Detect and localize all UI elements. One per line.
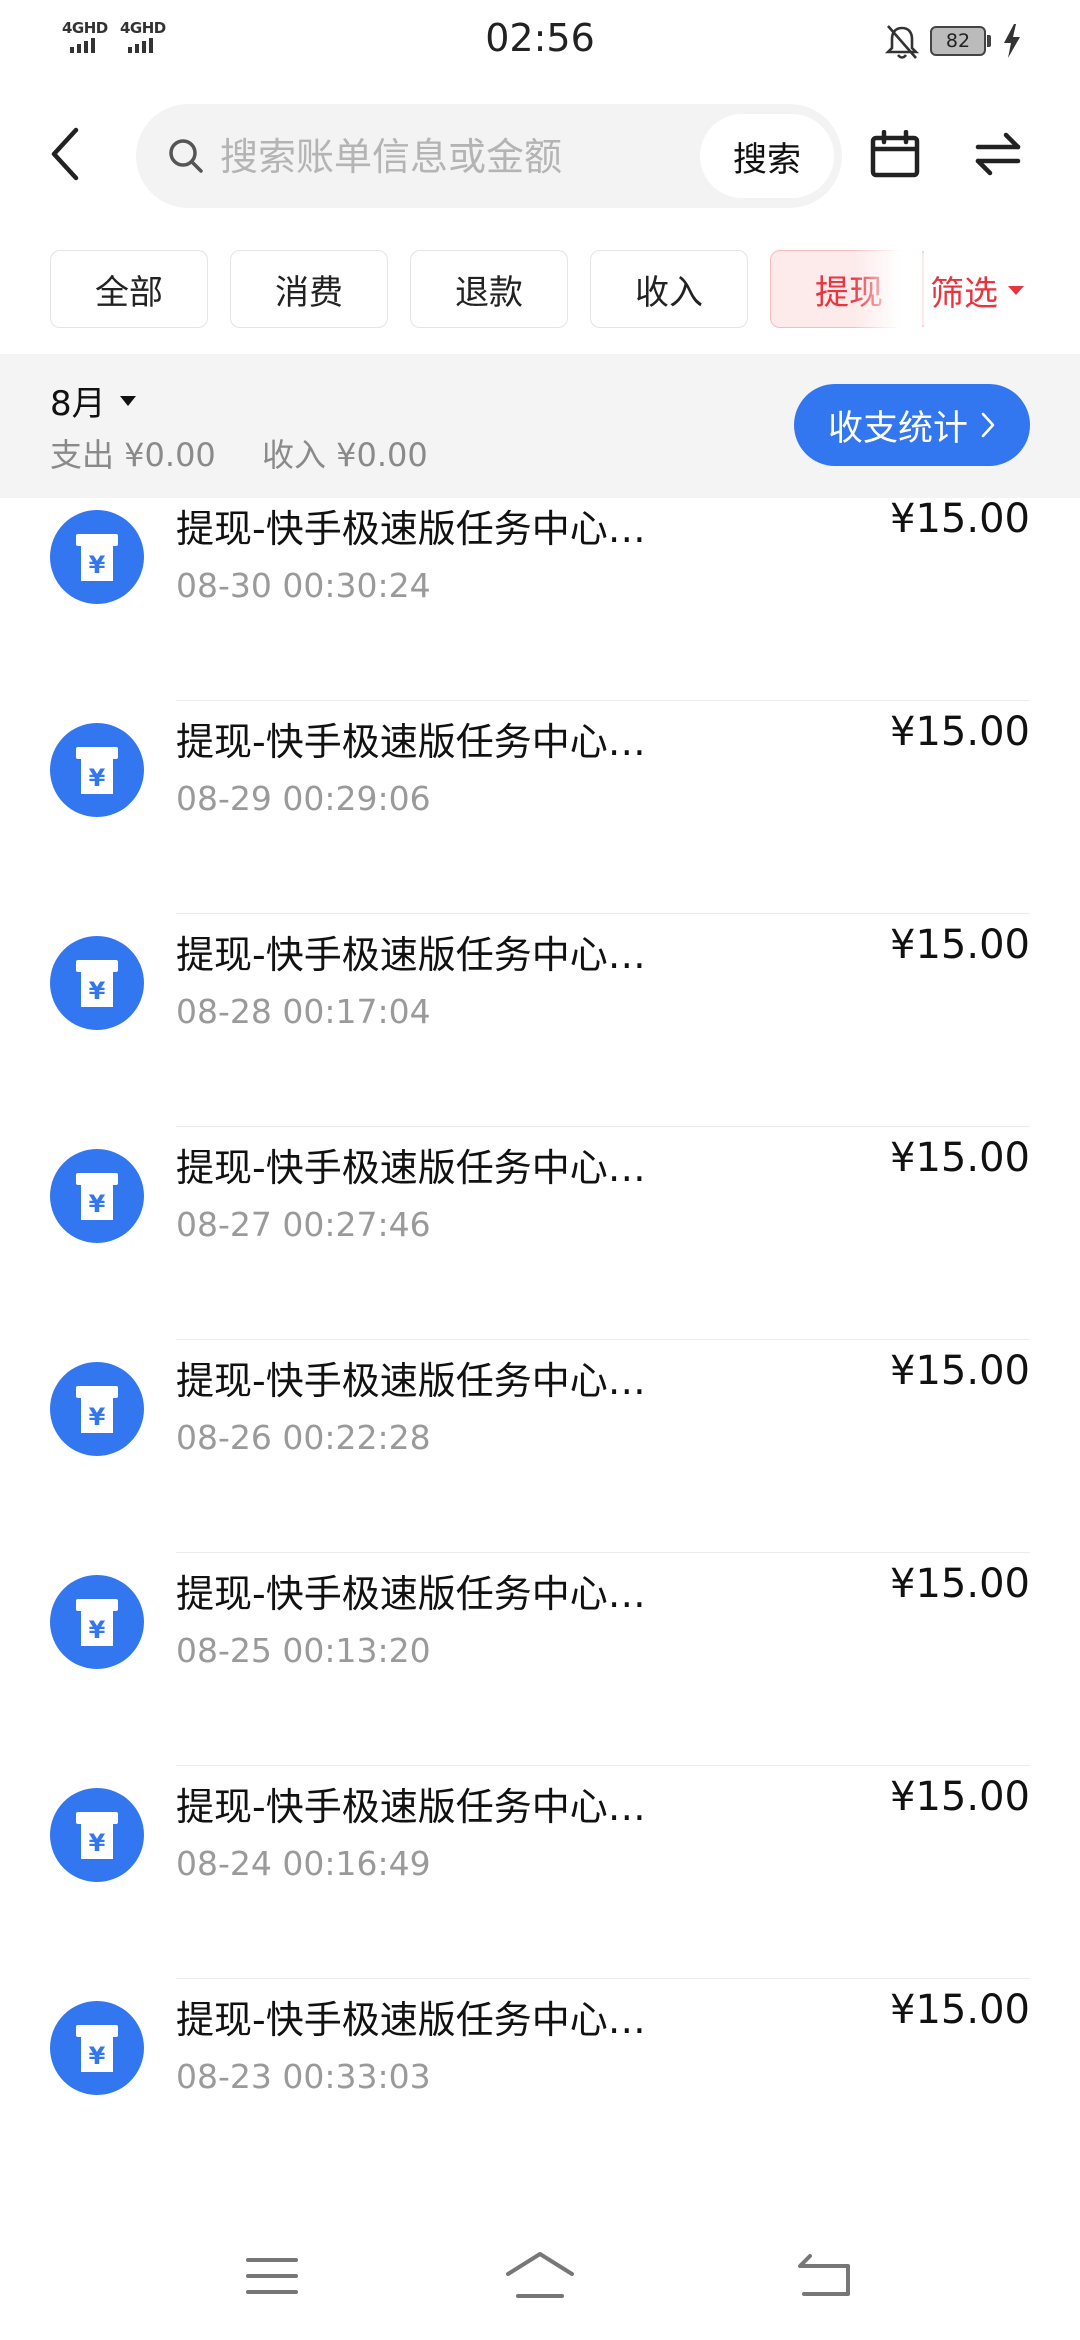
battery-icon: 82 — [930, 26, 986, 56]
transaction-time: 08-29 00:29:06 — [176, 779, 431, 818]
transaction-amount: ¥15.00 — [890, 1561, 1030, 1607]
tab-all[interactable]: 全部 — [50, 250, 208, 328]
transaction-row[interactable]: ¥ 提现-快手极速版任务中心… 08-28 00:17:04 ¥15.00 — [0, 914, 1080, 1127]
transaction-row[interactable]: ¥ 提现-快手极速版任务中心… 08-26 00:22:28 ¥15.00 — [0, 1340, 1080, 1553]
transaction-amount: ¥15.00 — [890, 1774, 1030, 1820]
transaction-amount: ¥15.00 — [890, 1348, 1030, 1394]
income-total: 收入 ¥0.00 — [261, 436, 428, 474]
withdraw-yuan-icon: ¥ — [50, 2001, 144, 2095]
transaction-amount: ¥15.00 — [890, 922, 1030, 968]
transaction-title: 提现-快手极速版任务中心… — [176, 1785, 646, 1829]
withdraw-yuan-icon: ¥ — [50, 723, 144, 817]
month-summary: 8月 支出 ¥0.00 收入 ¥0.00 收支统计 — [0, 354, 1080, 498]
tab-income[interactable]: 收入 — [590, 250, 748, 328]
caret-down-icon — [119, 395, 136, 406]
svg-text:¥: ¥ — [89, 1190, 106, 1218]
withdraw-yuan-icon: ¥ — [50, 1362, 144, 1456]
transaction-title: 提现-快手极速版任务中心… — [176, 720, 646, 764]
svg-text:¥: ¥ — [89, 764, 106, 792]
withdraw-yuan-icon: ¥ — [50, 1575, 144, 1669]
withdraw-yuan-icon: ¥ — [50, 1788, 144, 1882]
transaction-title: 提现-快手极速版任务中心… — [176, 1572, 646, 1616]
transaction-time: 08-25 00:13:20 — [176, 1631, 431, 1670]
svg-text:¥: ¥ — [89, 1403, 106, 1431]
status-bar: 4GHD 4GHD 02:56 82 — [0, 0, 1080, 84]
svg-text:¥: ¥ — [89, 1829, 106, 1857]
stats-button[interactable]: 收支统计 — [794, 384, 1030, 466]
month-totals: 支出 ¥0.00 收入 ¥0.00 — [50, 430, 464, 476]
withdraw-yuan-icon: ¥ — [50, 510, 144, 604]
transaction-list: ¥ 提现-快手极速版任务中心… 08-30 00:30:24 ¥15.00 ¥ 提现-快手… — [0, 498, 1080, 2154]
withdraw-yuan-icon: ¥ — [50, 936, 144, 1030]
month-selector[interactable]: 8月 — [50, 376, 136, 425]
transaction-amount: ¥15.00 — [890, 498, 1030, 542]
back-arrow-icon[interactable] — [796, 2252, 852, 2298]
transaction-row[interactable]: ¥ 提现-快手极速版任务中心… 08-24 00:16:49 ¥15.00 — [0, 1766, 1080, 1979]
svg-text:¥: ¥ — [89, 551, 106, 579]
transaction-time: 08-27 00:27:46 — [176, 1205, 431, 1244]
transaction-row[interactable]: ¥ 提现-快手极速版任务中心… 08-27 00:27:46 ¥15.00 — [0, 1127, 1080, 1340]
charging-bolt-icon — [1004, 24, 1020, 58]
swap-arrows-icon[interactable] — [974, 132, 1022, 176]
expense-total: 支出 ¥0.00 — [50, 436, 216, 474]
battery-cap — [987, 35, 991, 47]
filter-tabs: 全部 消费 退款 收入 提现 筛选 — [0, 250, 1080, 330]
transaction-title: 提现-快手极速版任务中心… — [176, 507, 646, 551]
svg-text:¥: ¥ — [89, 977, 106, 1005]
filter-label: 筛选 — [930, 273, 998, 314]
transaction-row[interactable]: ¥ 提现-快手极速版任务中心… 08-29 00:29:06 ¥15.00 — [0, 701, 1080, 914]
transaction-title: 提现-快手极速版任务中心… — [176, 1998, 646, 2042]
transaction-row[interactable]: ¥ 提现-快手极速版任务中心… 08-30 00:30:24 ¥15.00 — [0, 498, 1080, 701]
calendar-icon[interactable] — [870, 130, 920, 178]
month-label: 8月 — [50, 384, 106, 424]
transaction-title: 提现-快手极速版任务中心… — [176, 1146, 646, 1190]
search-button[interactable]: 搜索 — [700, 114, 834, 198]
transaction-time: 08-30 00:30:24 — [176, 566, 431, 605]
svg-text:¥: ¥ — [89, 2042, 106, 2070]
svg-text:¥: ¥ — [89, 1616, 106, 1644]
search-icon — [169, 139, 203, 173]
transaction-title: 提现-快手极速版任务中心… — [176, 933, 646, 977]
battery-level: 82 — [945, 30, 971, 52]
chevron-right-icon — [981, 412, 995, 438]
bell-muted-icon — [884, 25, 920, 59]
tab-refund[interactable]: 退款 — [410, 250, 568, 328]
system-nav-bar — [0, 2154, 1080, 2340]
transaction-time: 08-28 00:17:04 — [176, 992, 431, 1031]
withdraw-yuan-icon: ¥ — [50, 1149, 144, 1243]
search-bar: 搜索 — [136, 104, 842, 208]
transaction-amount: ¥15.00 — [890, 709, 1030, 755]
transaction-time: 08-23 00:33:03 — [176, 2057, 431, 2096]
tab-withdraw[interactable]: 提现 — [770, 250, 928, 328]
transaction-time: 08-24 00:16:49 — [176, 1844, 431, 1883]
caret-down-icon — [1008, 285, 1024, 295]
transaction-title: 提现-快手极速版任务中心… — [176, 1359, 646, 1403]
stats-button-label: 收支统计 — [827, 408, 968, 449]
filter-button[interactable]: 筛选 — [924, 250, 1024, 330]
transaction-row[interactable]: ¥ 提现-快手极速版任务中心… 08-23 00:33:03 ¥15.00 — [0, 1979, 1080, 2154]
transaction-time: 08-26 00:22:28 — [176, 1418, 431, 1457]
tab-consume[interactable]: 消费 — [230, 250, 388, 328]
back-chevron-icon[interactable] — [46, 124, 86, 184]
transaction-amount: ¥15.00 — [890, 1987, 1030, 2033]
menu-icon[interactable] — [244, 2256, 300, 2296]
transaction-row[interactable]: ¥ 提现-快手极速版任务中心… 08-25 00:13:20 ¥15.00 — [0, 1553, 1080, 1766]
home-icon[interactable] — [504, 2250, 576, 2300]
transaction-amount: ¥15.00 — [890, 1135, 1030, 1181]
